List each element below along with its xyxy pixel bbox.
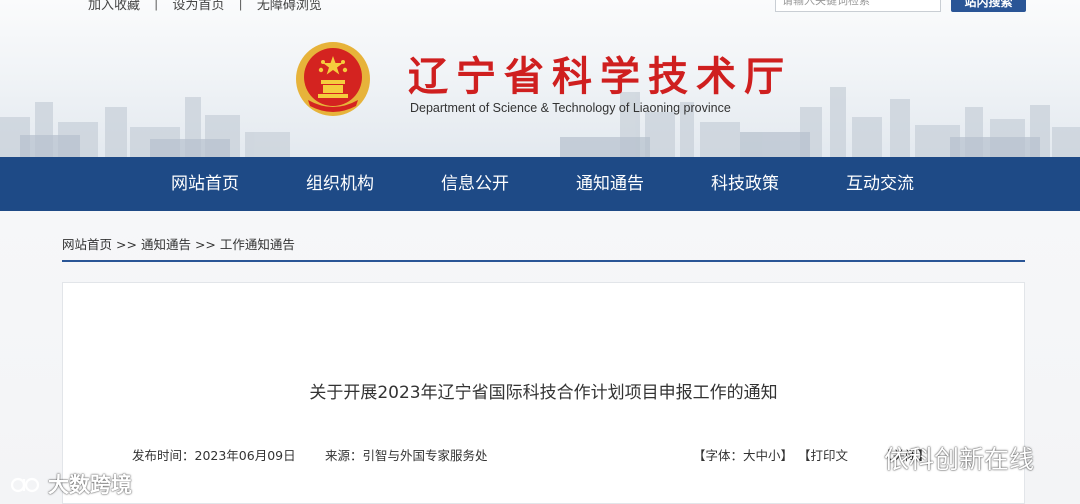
watermark-right: 依科创新在线 <box>846 440 1034 476</box>
breadcrumb-divider <box>62 260 1025 262</box>
top-links: 加入收藏 | 设为首页 | 无障碍浏览 <box>88 0 322 13</box>
breadcrumb-notices[interactable]: 通知通告 <box>141 237 191 252</box>
breadcrumb: 网站首页 >> 通知通告 >> 工作通知通告 <box>62 234 295 253</box>
publish-time: 发布时间：2023年06月09日 <box>132 448 296 463</box>
header-banner: 加入收藏 | 设为首页 | 无障碍浏览 请输入关键词检索 站内搜索 辽宁省科学技… <box>0 0 1080 157</box>
search-button[interactable]: 站内搜索 <box>951 0 1026 12</box>
watermark-right-text: 依科创新在线 <box>884 445 1035 474</box>
breadcrumb-work-notices[interactable]: 工作通知通告 <box>220 237 295 252</box>
watermark-left: 大数跨境 <box>10 469 132 499</box>
site-subtitle: Department of Science & Technology of Li… <box>410 101 731 115</box>
nav-item-notices[interactable]: 通知通告 <box>545 157 675 211</box>
print-button[interactable]: 【打印文 <box>798 445 848 464</box>
site-title: 辽宁省科学技术厅 <box>408 53 792 100</box>
nav-item-organization[interactable]: 组织机构 <box>275 157 405 211</box>
national-emblem-icon <box>296 42 370 116</box>
font-size-control[interactable]: 【字体：大中小】 <box>693 445 793 464</box>
separator: | <box>154 0 159 11</box>
wechat-icon <box>847 446 877 469</box>
breadcrumb-home[interactable]: 网站首页 <box>62 237 112 252</box>
breadcrumb-separator: >> <box>194 237 216 252</box>
nav-item-home[interactable]: 网站首页 <box>140 157 270 211</box>
nav-item-policy[interactable]: 科技政策 <box>680 157 810 211</box>
nav-item-info-disclosure[interactable]: 信息公开 <box>410 157 540 211</box>
breadcrumb-separator: >> <box>116 237 137 252</box>
nav-item-interaction[interactable]: 互动交流 <box>815 157 945 211</box>
watermark-logo-icon <box>10 477 40 493</box>
set-homepage-link[interactable]: 设为首页 <box>172 0 224 13</box>
article-source: 来源：引智与外国专家服务处 <box>325 448 488 463</box>
main-nav: 网站首页 组织机构 信息公开 通知通告 科技政策 互动交流 <box>0 157 1080 211</box>
search-input[interactable]: 请输入关键词检索 <box>775 0 941 12</box>
watermark-left-text: 大数跨境 <box>48 473 132 497</box>
add-favorite-link[interactable]: 加入收藏 <box>88 0 140 13</box>
article-title: 关于开展2023年辽宁省国际科技合作计划项目申报工作的通知 <box>309 383 778 403</box>
separator: | <box>238 0 243 11</box>
accessibility-link[interactable]: 无障碍浏览 <box>257 0 322 13</box>
